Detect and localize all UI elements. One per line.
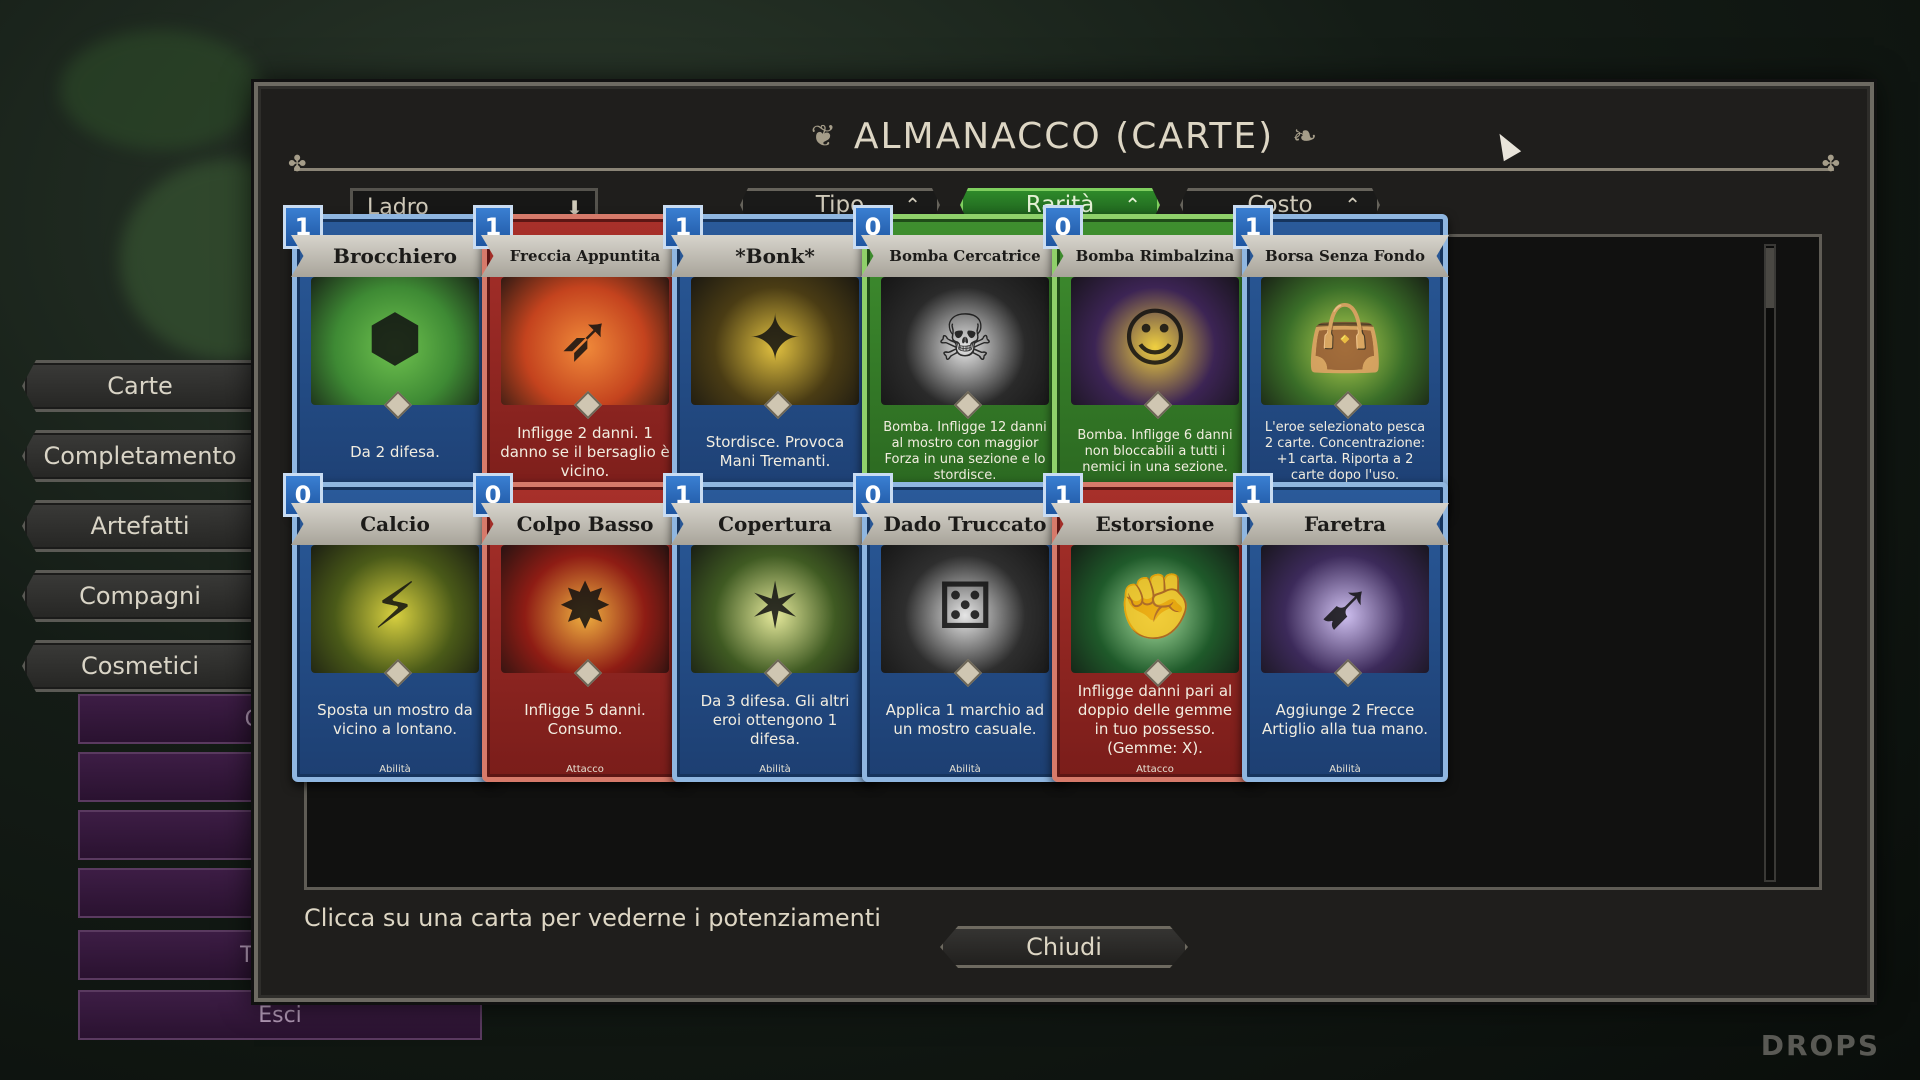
close-button[interactable]: Chiudi xyxy=(940,926,1188,968)
pumpkin-bomb-icon: ☺ xyxy=(1071,277,1239,405)
card-description: Sposta un mostro da vicino a lontano. xyxy=(317,701,473,738)
cover-icon-glyph: ✶ xyxy=(748,570,802,644)
quiver-icon-glyph: ➹ xyxy=(1318,570,1372,644)
card-type: Abilità xyxy=(759,764,791,775)
side-menu-compagni[interactable]: Compagni xyxy=(22,570,258,622)
side-menu-completamento[interactable]: Completamento xyxy=(22,430,258,482)
card[interactable]: 0 ✸ Colpo Basso Infligge 5 danni. Consumo. A… xyxy=(473,473,689,782)
shield-icon: ⬢ xyxy=(311,277,479,405)
arrow-icon-glyph: ➶ xyxy=(558,302,612,376)
card-type: Abilità xyxy=(379,764,411,775)
extortion-icon-glyph: ✊ xyxy=(1115,570,1195,644)
card-title: Freccia Appuntita xyxy=(481,235,689,277)
pumpkin-bomb-icon-glyph: ☺ xyxy=(1121,302,1189,376)
card[interactable]: 0 ⚡ Calcio Sposta un mostro da vicino a lon… xyxy=(283,473,499,782)
dice-icon-glyph: ⚄ xyxy=(937,570,993,644)
card-title: Borsa Senza Fondo xyxy=(1241,235,1449,277)
card[interactable]: 1 👜 Borsa Senza Fondo L'eroe selezionato pe… xyxy=(1233,205,1449,514)
card[interactable]: 0 ⚄ Dado Truccato Applica 1 marchio ad un m… xyxy=(853,473,1069,782)
card-description: Bomba. Infligge 12 danni al mostro con m… xyxy=(883,420,1047,483)
card[interactable]: 1 ➹ Faretra Aggiunge 2 Frecce Artiglio alla… xyxy=(1233,473,1449,782)
card[interactable]: 0 ☺ Bomba Rimbalzina Bomba. Infligge 6 dann… xyxy=(1043,205,1259,514)
ornament-icon: ❦ xyxy=(810,118,836,154)
card[interactable]: 1 ✦ *Bonk* Stordisce. Provoca Mani Tremanti… xyxy=(663,205,879,514)
background-glow xyxy=(60,30,260,150)
card-title: Brocchiero xyxy=(291,235,499,277)
bonk-icon: ✦ xyxy=(691,277,859,405)
card-type: Abilità xyxy=(949,764,981,775)
card-title: Bomba Cercatrice xyxy=(861,235,1069,277)
card[interactable]: 0 ☠ Bomba Cercatrice Bomba. Infligge 12 dan… xyxy=(853,205,1069,514)
bomb-icon-glyph: ☠ xyxy=(936,302,994,376)
bonk-icon-glyph: ✦ xyxy=(748,302,802,376)
bag-icon-glyph: 👜 xyxy=(1305,302,1385,376)
quiver-icon: ➹ xyxy=(1261,545,1429,673)
card[interactable]: 1 ✶ Copertura Da 3 difesa. Gli altri eroi o… xyxy=(663,473,879,782)
bomb-icon: ☠ xyxy=(881,277,1049,405)
scrollbar[interactable] xyxy=(1764,244,1776,882)
ornament-icon: ❧ xyxy=(1292,118,1318,154)
card-description: L'eroe selezionato pesca 2 carte. Concen… xyxy=(1264,420,1426,483)
card[interactable]: 1 ✊ Estorsione Infligge danni pari al doppi… xyxy=(1043,473,1259,782)
card-description: Infligge danni pari al doppio delle gemm… xyxy=(1077,682,1233,757)
low-blow-icon: ✸ xyxy=(501,545,669,673)
bag-icon: 👜 xyxy=(1261,277,1429,405)
hint-text: Clicca su una carta per vederne i potenz… xyxy=(304,904,881,932)
side-menu-carte[interactable]: Carte xyxy=(22,360,258,412)
ornament-icon: ✤ xyxy=(1821,152,1840,177)
cover-icon: ✶ xyxy=(691,545,859,673)
shield-icon-glyph: ⬢ xyxy=(367,302,423,376)
card-description: Aggiunge 2 Frecce Artiglio alla tua mano… xyxy=(1261,701,1429,738)
card-title: Copertura xyxy=(671,503,879,545)
card-description: Stordisce. Provoca Mani Tremanti. xyxy=(705,433,845,470)
side-menu-cosmetici[interactable]: Cosmetici xyxy=(22,640,258,692)
card-title: Bomba Rimbalzina xyxy=(1051,235,1259,277)
card-title: Faretra xyxy=(1241,503,1449,545)
card-title: Colpo Basso xyxy=(481,503,689,545)
card-description: Infligge 2 danni. 1 danno se il bersagli… xyxy=(500,423,670,480)
page-title: ALMANACCO (CARTE) xyxy=(853,115,1275,157)
card-description: Bomba. Infligge 6 danni non bloccabili a… xyxy=(1077,428,1233,475)
drops-watermark: DROPS xyxy=(1760,1029,1880,1062)
card-type: Attacco xyxy=(1136,764,1174,775)
card-title: Dado Truccato xyxy=(861,503,1069,545)
almanac-panel: ❦ ALMANACCO (CARTE) ❧ ✤ ✤ Ladro ⬇ Tipo ⌃… xyxy=(254,82,1874,1002)
arrow-icon: ➶ xyxy=(501,277,669,405)
title-bar: ❦ ALMANACCO (CARTE) ❧ xyxy=(258,108,1870,164)
card-type: Abilità xyxy=(1329,764,1361,775)
extortion-icon: ✊ xyxy=(1071,545,1239,673)
card-type: Attacco xyxy=(566,764,604,775)
side-menu-artefatti[interactable]: Artefatti xyxy=(22,500,258,552)
card-description: Applica 1 marchio ad un mostro casuale. xyxy=(885,701,1045,738)
card-description: Da 3 difesa. Gli altri eroi ottengono 1 … xyxy=(700,691,850,748)
card-title: Estorsione xyxy=(1051,503,1259,545)
card-title: *Bonk* xyxy=(671,235,879,277)
low-blow-icon-glyph: ✸ xyxy=(558,570,612,644)
card-description: Da 2 difesa. xyxy=(350,442,440,461)
card[interactable]: 1 ➶ Freccia Appuntita Infligge 2 danni. 1 d… xyxy=(473,205,689,514)
dice-icon: ⚄ xyxy=(881,545,1049,673)
kick-icon: ⚡ xyxy=(311,545,479,673)
ornament-icon: ✤ xyxy=(288,152,307,177)
kick-icon-glyph: ⚡ xyxy=(372,570,418,644)
card-title: Calcio xyxy=(291,503,499,545)
title-divider xyxy=(294,168,1834,171)
card-description: Infligge 5 danni. Consumo. xyxy=(524,701,646,738)
card[interactable]: 1⬢BrocchieroDa 2 difesa.Abilità xyxy=(283,205,499,514)
scrollbar-thumb[interactable] xyxy=(1766,248,1774,308)
